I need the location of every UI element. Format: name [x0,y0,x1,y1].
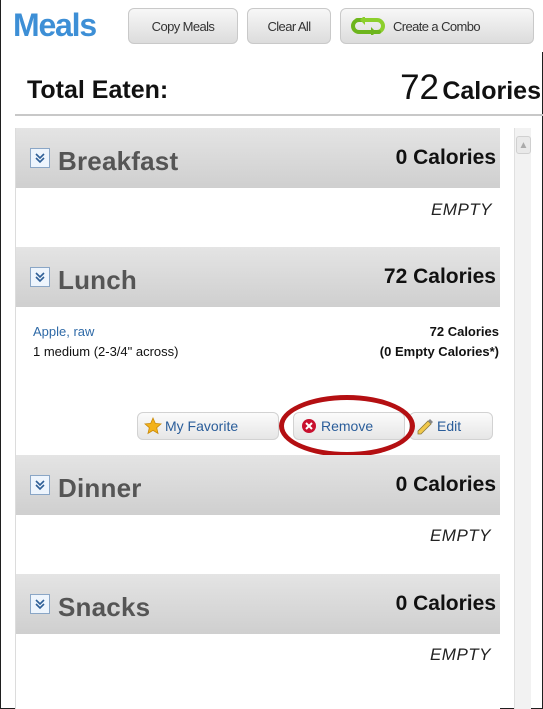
lunch-calories: 72 Calories [383,265,496,288]
copy-meals-label: Copy Meals [151,18,215,34]
food-empty-calories: (0 Empty Calories*) [379,344,499,359]
chevron-down-icon[interactable] [30,267,50,287]
clear-all-label: Clear All [267,18,311,34]
edit-button[interactable]: Edit [409,412,493,440]
page-title: Meals [13,7,97,43]
dinner-calories: 0 Calories [395,473,496,496]
dinner-empty-text: EMPTY [429,526,491,545]
edit-label: Edit [437,418,462,434]
lunch-header[interactable]: Lunch 72 Calories [16,247,500,307]
chevron-down-icon[interactable] [30,148,50,168]
food-calories: 72 Calories [429,324,499,339]
breakfast-empty-text: EMPTY [430,200,492,219]
meals-toolbar: Meals Copy Meals Clear All Create a Comb… [2,0,543,52]
total-eaten-label: Total Eaten: [27,76,169,104]
meals-panel: Meals Copy Meals Clear All Create a Comb… [0,0,543,709]
food-serving-size: 1 medium (2-3/4" across) [33,344,179,359]
chevron-down-icon[interactable] [30,475,50,495]
snacks-calories: 0 Calories [395,592,496,615]
dinner-title: Dinner [58,473,142,503]
pencil-icon [417,419,433,435]
breakfast-calories: 0 Calories [395,146,496,169]
star-icon [144,417,162,435]
breakfast-header[interactable]: Breakfast 0 Calories [16,128,500,188]
my-favorite-button[interactable]: My Favorite [137,412,279,440]
create-combo-label: Create a Combo [393,18,481,34]
total-calories-unit: Calories [442,77,541,105]
copy-meals-button[interactable]: Copy Meals [128,8,238,44]
breakfast-title: Breakfast [58,146,179,176]
clear-all-button[interactable]: Clear All [247,8,331,44]
dinner-header[interactable]: Dinner 0 Calories [16,455,500,515]
total-calories-value: 72 [400,68,439,107]
snacks-empty-text: EMPTY [429,645,491,664]
snacks-title: Snacks [58,592,151,622]
scroll-up-icon[interactable]: ▲ [516,136,531,154]
lunch-title: Lunch [58,265,137,295]
my-favorite-label: My Favorite [165,418,239,434]
remove-highlight-annotation [279,395,415,457]
snacks-header[interactable]: Snacks 0 Calories [16,574,500,634]
meal-list-scrollbar[interactable]: ▲ [514,128,531,709]
food-item-link[interactable]: Apple, raw [33,324,94,339]
total-eaten-row: Total Eaten: 72 Calories [15,64,543,116]
combo-arrows-icon [351,17,385,35]
create-combo-button[interactable]: Create a Combo [340,8,534,44]
chevron-down-icon[interactable] [30,594,50,614]
